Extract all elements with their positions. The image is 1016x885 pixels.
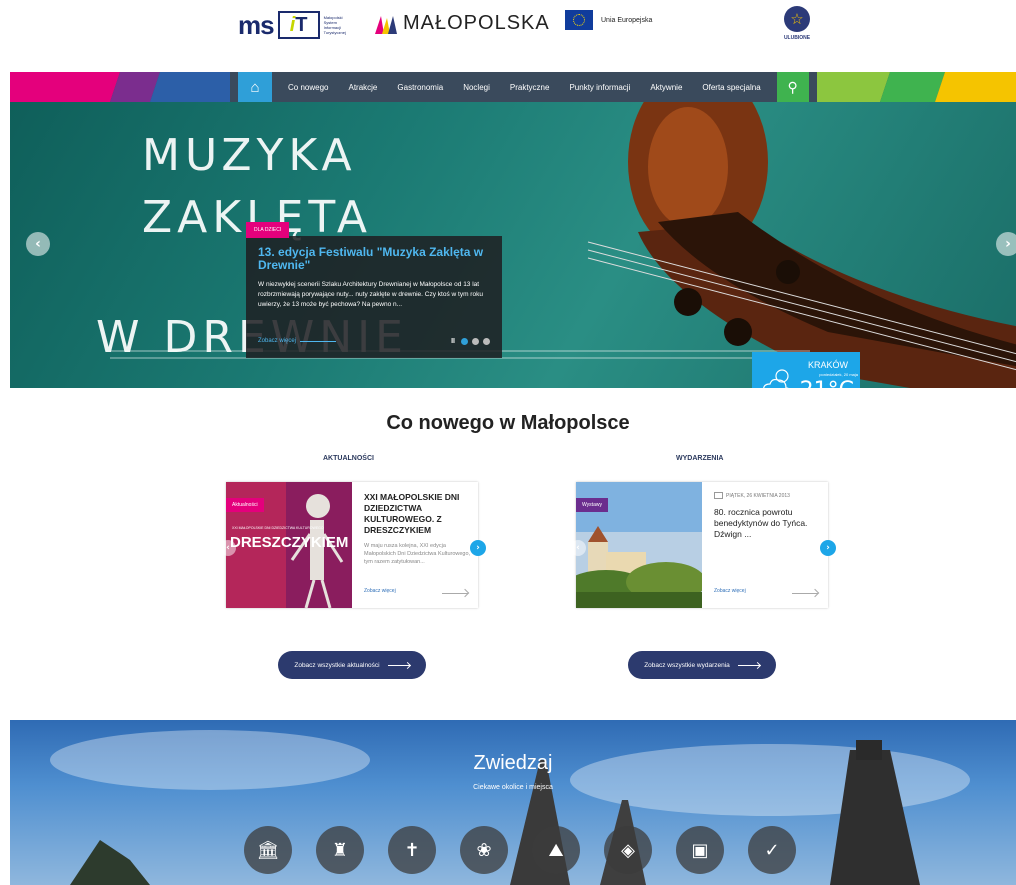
slide-more-link[interactable]: Zobacz więcej — [258, 338, 337, 344]
msit-logo-subtitle: Małopolski System Informacji Turystyczne… — [323, 15, 346, 35]
news-prev-button[interactable]: ‹ — [220, 540, 236, 556]
news-card-aktualnosci[interactable]: Aktualności XXI MAŁOPOLSKIE DNI DZIEDZIC… — [226, 482, 478, 608]
nav-item-aktywnie[interactable]: Aktywnie — [640, 83, 692, 92]
star-icon: ☆ — [784, 6, 810, 32]
mountains-icon[interactable]: ⛰ — [532, 826, 580, 874]
nav-item-praktyczne[interactable]: Praktyczne — [500, 83, 560, 92]
weather-city: KRAKÓW — [807, 360, 848, 370]
pause-icon[interactable]: II — [451, 338, 455, 345]
search-icon[interactable]: ⚲ — [776, 72, 809, 102]
slide-title[interactable]: 13. edycja Festiwalu "Muzyka Zaklęta w D… — [258, 246, 490, 272]
slide-description: W niezwykłej scenerii Szlaku Architektur… — [258, 281, 483, 308]
slide-tag: DLA DZIECI — [246, 222, 290, 238]
aktualnosci-label: AKTUALNOŚCI — [323, 455, 374, 462]
nav-item-atrakcje[interactable]: Atrakcje — [338, 83, 387, 92]
event-next-button[interactable]: › — [820, 540, 836, 556]
slide-dot[interactable] — [461, 338, 468, 345]
favorites-button[interactable]: ☆ ULUBIONE — [772, 6, 822, 41]
explore-subtitle: Ciekawe okolice i miejsca — [473, 784, 553, 791]
news-more-link[interactable]: Zobacz więcej — [364, 588, 396, 594]
hero-slide-card[interactable]: DLA DZIECI 13. edycja Festiwalu "Muzyka … — [246, 222, 502, 358]
malopolska-mark-icon — [375, 15, 397, 34]
hero-text-line1: MUZYKA — [142, 130, 357, 181]
explore-categories: 🏛 ♜ ✝ ❀ ⛰ ◈ ▣ ✓ — [244, 826, 796, 874]
nav-item-oferta-specjalna[interactable]: Oferta specjalna — [692, 83, 770, 92]
poster-big-text: DRESZCZYKIEM — [230, 534, 349, 551]
poster-small-text: XXI MAŁOPOLSKIE DNI DZIEDZICTWA KULTUROW… — [232, 526, 324, 530]
news-title[interactable]: XXI MAŁOPOLSKIE DNI DZIEDZICTWA KULTUROW… — [364, 492, 472, 536]
malopolska-logo[interactable]: MAŁOPOLSKA — [375, 12, 550, 35]
news-description: W maju rusza kolejna, XXI edycja Małopol… — [364, 543, 471, 565]
all-events-button[interactable]: Zobacz wszystkie wydarzenia — [628, 651, 776, 679]
castle-icon[interactable]: ♜ — [316, 826, 364, 874]
news-section-title: Co nowego w Małopolsce — [386, 412, 630, 434]
favorites-label: ULUBIONE — [783, 35, 811, 41]
all-news-button[interactable]: Zobacz wszystkie aktualności — [278, 651, 426, 679]
hero-next-button[interactable]: › — [996, 232, 1016, 256]
wydarzenia-label: WYDARZENIA — [676, 455, 724, 462]
slide-pagination: II — [451, 338, 490, 345]
event-date: PIĄTEK, 26 KWIETNIA 2013 — [714, 492, 822, 499]
arrow-right-icon — [387, 664, 410, 666]
event-card-wydarzenia[interactable]: Wystawy PIĄTEK, 26 KWIETNIA 2013 80. roc… — [576, 482, 828, 608]
nav-item-co-nowego[interactable]: Co nowego — [278, 83, 338, 92]
weather-widget[interactable]: KRAKÓW poniedziałek, 20 maja 21°C — [752, 352, 860, 388]
eu-logo: Unia Europejska — [565, 10, 652, 30]
cross-sign-icon[interactable]: ✝ — [388, 826, 436, 874]
event-more-link[interactable]: Zobacz więcej — [714, 588, 746, 594]
calendar-icon — [714, 492, 723, 499]
news-badge: Aktualności — [226, 498, 264, 512]
nav-item-punkty-informacji[interactable]: Punkty informacji — [559, 83, 640, 92]
event-date-text: PIĄTEK, 26 KWIETNIA 2013 — [726, 492, 790, 499]
main-nav: ⌂ Co nowego Atrakcje Gastronomia Noclegi… — [10, 72, 1016, 102]
event-badge: Wystawy — [576, 498, 608, 512]
news-next-button[interactable]: › — [470, 540, 486, 556]
explore-title: Zwiedzaj — [473, 752, 553, 774]
arrow-right-icon[interactable] — [792, 593, 818, 594]
map-icon[interactable]: ◈ — [604, 826, 652, 874]
building-icon[interactable]: ▣ — [676, 826, 724, 874]
arrow-line-icon — [300, 340, 337, 342]
partly-cloudy-icon — [763, 369, 789, 388]
check-icon[interactable]: ✓ — [748, 826, 796, 874]
page: ms iT Małopolski System Informacji Turys… — [0, 0, 1016, 885]
nature-icon[interactable]: ❀ — [460, 826, 508, 874]
event-body: PIĄTEK, 26 KWIETNIA 2013 80. rocznica po… — [714, 492, 822, 540]
eu-text: Unia Europejska — [601, 16, 653, 24]
slide-more-label: Zobacz więcej — [258, 338, 297, 344]
hero-prev-button[interactable]: ‹ — [26, 232, 50, 256]
explore-section: Zwiedzaj Ciekawe okolice i miejsca 🏛 ♜ ✝… — [10, 720, 1016, 885]
top-header: ms iT Małopolski System Informacji Turys… — [10, 0, 1016, 72]
eu-flag-icon — [565, 10, 593, 30]
arrow-right-icon[interactable] — [442, 593, 468, 594]
all-events-label: Zobacz wszystkie wydarzenia — [644, 661, 730, 669]
event-prev-button[interactable]: ‹ — [570, 540, 586, 556]
hero-slider: MUZYKA ZAKLĘTA W DREWNIE ‹ › DLA DZIECI … — [10, 102, 1016, 388]
museum-icon[interactable]: 🏛 — [244, 826, 292, 874]
msit-logo-it: iT — [277, 11, 320, 39]
arrow-right-icon — [737, 664, 760, 666]
news-body: XXI MAŁOPOLSKIE DNI DZIEDZICTWA KULTUROW… — [364, 492, 472, 566]
home-icon[interactable]: ⌂ — [238, 72, 272, 102]
nav-item-noclegi[interactable]: Noclegi — [453, 83, 500, 92]
msit-logo-ms: ms — [238, 9, 275, 40]
slide-dot[interactable] — [483, 338, 490, 345]
news-image: Aktualności XXI MAŁOPOLSKIE DNI DZIEDZIC… — [226, 482, 352, 608]
weather-temp: 21°C — [800, 378, 854, 388]
slide-dot[interactable] — [472, 338, 479, 345]
weather-date: poniedziałek, 20 maja — [819, 372, 858, 377]
event-image: Wystawy — [576, 482, 702, 608]
nav-menu: ⌂ Co nowego Atrakcje Gastronomia Noclegi… — [230, 72, 817, 102]
event-title[interactable]: 80. rocznica powrotu benedyktynów do Tyń… — [714, 507, 822, 540]
msit-logo[interactable]: ms iT Małopolski System Informacji Turys… — [238, 10, 354, 40]
all-news-label: Zobacz wszystkie aktualności — [294, 661, 380, 669]
nav-item-gastronomia[interactable]: Gastronomia — [387, 83, 453, 92]
malopolska-name: MAŁOPOLSKA — [403, 12, 550, 34]
